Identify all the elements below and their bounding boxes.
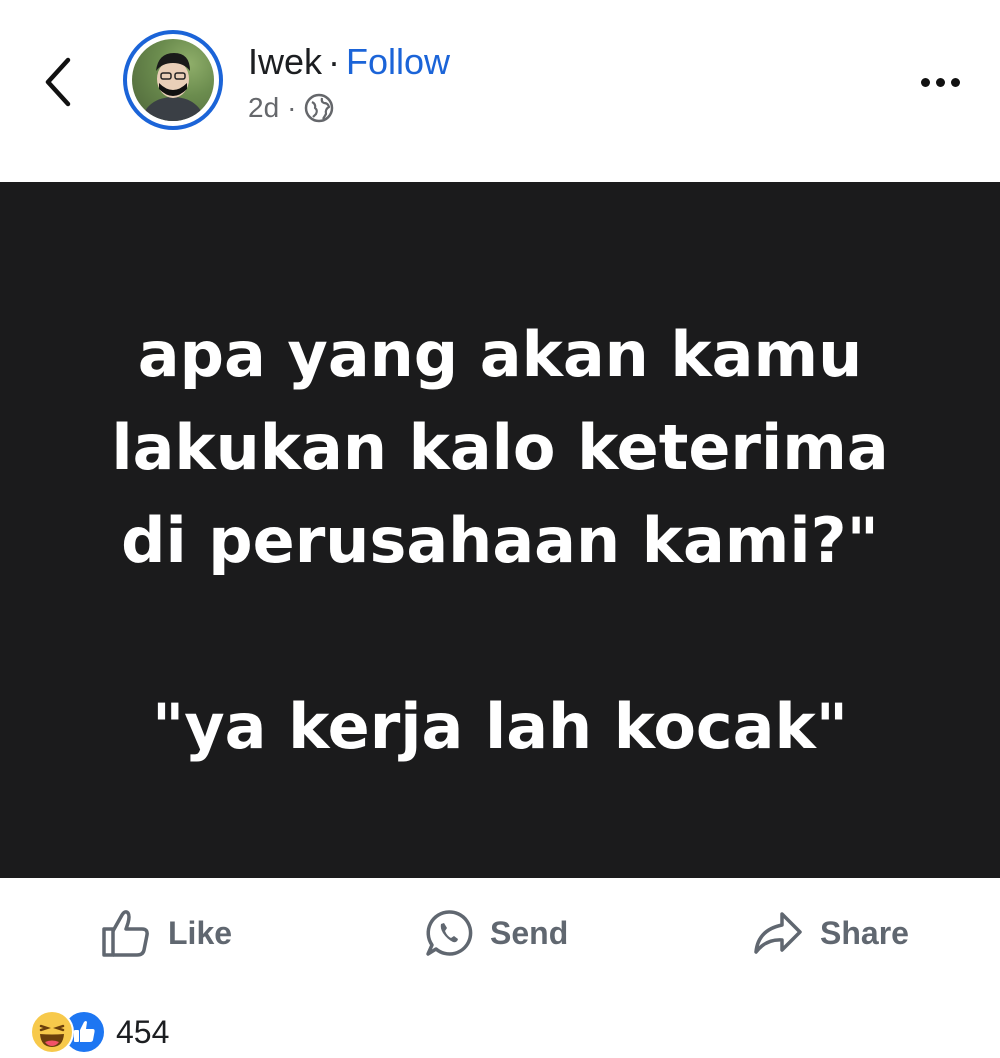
time-separator: ·	[287, 92, 297, 123]
line-spacer	[0, 587, 1000, 680]
like-label: Like	[168, 914, 233, 951]
post-header: Iwek · Follow 2d ·	[0, 0, 1000, 182]
globe-icon	[305, 93, 334, 123]
name-separator: ·	[328, 41, 341, 82]
post-line-3: di perusahaan kami?"	[121, 504, 879, 577]
avatar[interactable]	[123, 30, 223, 130]
back-button[interactable]	[38, 54, 82, 110]
post-line-1: apa yang akan kamu	[137, 318, 863, 391]
avatar-photo	[132, 39, 214, 121]
send-button[interactable]: Send	[424, 908, 568, 958]
post-time[interactable]: 2d	[248, 88, 279, 128]
thumbs-up-icon	[102, 910, 149, 957]
share-button[interactable]: Share	[752, 908, 909, 958]
dot-2	[935, 77, 945, 87]
author-name[interactable]: Iwek	[248, 41, 322, 82]
whatsapp-icon	[426, 910, 473, 956]
post-text: apa yang akan kamu lakukan kalo keterima…	[0, 308, 1000, 773]
post-image[interactable]: apa yang akan kamu lakukan kalo keterima…	[0, 182, 1000, 878]
dot-3	[950, 77, 960, 87]
like-button[interactable]: Like	[100, 908, 232, 958]
send-label: Send	[490, 914, 569, 951]
more-options-button[interactable]	[912, 70, 968, 94]
haha-reaction-icon	[30, 1010, 74, 1054]
post-meta: 2d ·	[248, 88, 334, 128]
dot-1	[920, 77, 930, 87]
follow-button[interactable]: Follow	[346, 41, 450, 82]
share-arrow-icon	[754, 912, 802, 954]
share-label: Share	[820, 914, 909, 951]
reaction-count: 454	[116, 1013, 170, 1050]
post-line-4: "ya kerja lah kocak"	[151, 690, 849, 763]
author-line: Iwek · Follow	[248, 40, 450, 84]
reaction-summary[interactable]: 454	[30, 1008, 169, 1056]
post-line-2: lakukan kalo keterima	[111, 411, 889, 484]
chevron-left-icon	[45, 57, 71, 107]
action-bar: Like Send Share	[0, 878, 1000, 988]
